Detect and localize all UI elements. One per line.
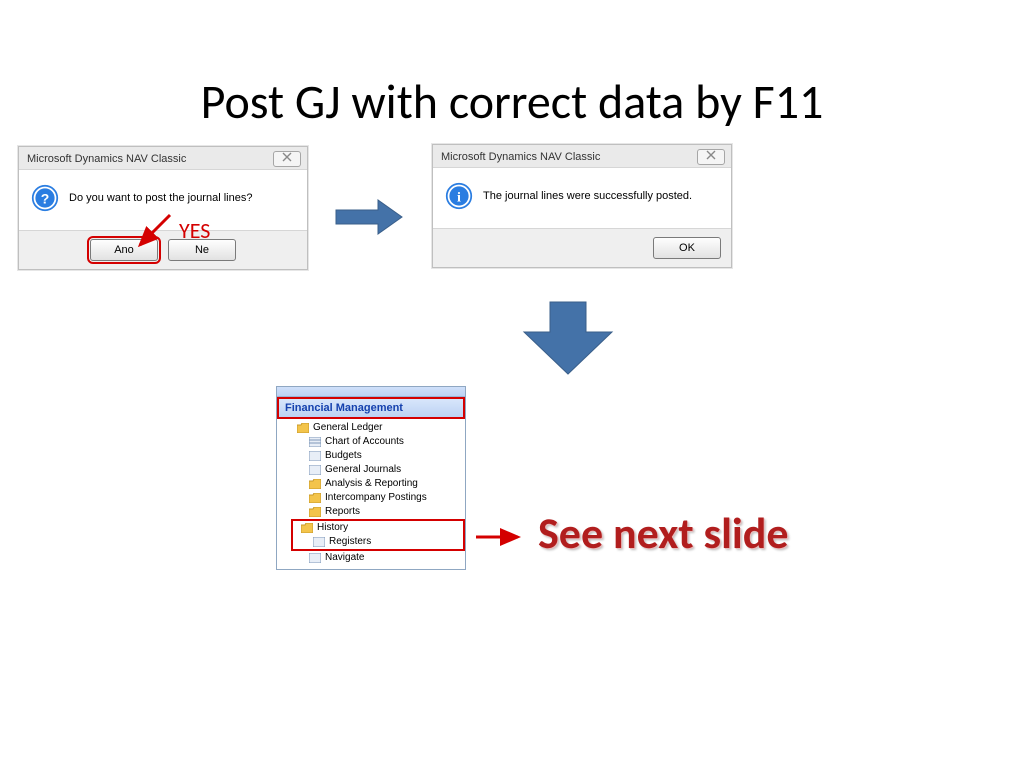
arrow-icon bbox=[130, 211, 174, 251]
tree-label: Budgets bbox=[325, 449, 362, 463]
dialog-body: i The journal lines were successfully po… bbox=[433, 167, 731, 229]
tree-item-reports[interactable]: Reports bbox=[281, 505, 465, 519]
yes-annotation: YES bbox=[179, 217, 210, 244]
tree-label: General Ledger bbox=[313, 421, 383, 435]
dialog-message: The journal lines were successfully post… bbox=[483, 190, 692, 202]
dialog-titlebar: Microsoft Dynamics NAV Classic bbox=[19, 147, 307, 169]
nav-pane: Financial Management General Ledger Char… bbox=[276, 386, 466, 570]
tree-label: Intercompany Postings bbox=[325, 491, 427, 505]
dialog-title: Microsoft Dynamics NAV Classic bbox=[27, 153, 186, 165]
tree-item-budgets[interactable]: Budgets bbox=[281, 449, 465, 463]
svg-text:?: ? bbox=[41, 190, 50, 206]
ok-button[interactable]: OK bbox=[653, 237, 721, 259]
tree-item-chart-of-accounts[interactable]: Chart of Accounts bbox=[281, 435, 465, 449]
history-highlight: History Registers bbox=[291, 519, 465, 551]
close-icon[interactable] bbox=[273, 151, 301, 167]
dialog-titlebar: Microsoft Dynamics NAV Classic bbox=[433, 145, 731, 167]
tree-item-history[interactable]: History bbox=[295, 521, 461, 535]
tree-item-general-ledger[interactable]: General Ledger bbox=[281, 421, 465, 435]
nav-header[interactable]: Financial Management bbox=[277, 397, 465, 419]
tree-item-navigate[interactable]: Navigate bbox=[281, 551, 465, 565]
question-icon: ? bbox=[31, 184, 59, 212]
dialog-title: Microsoft Dynamics NAV Classic bbox=[441, 151, 600, 163]
confirm-post-dialog: Microsoft Dynamics NAV Classic ? Do you … bbox=[18, 146, 308, 270]
tree-item-general-journals[interactable]: General Journals bbox=[281, 463, 465, 477]
tree-label: General Journals bbox=[325, 463, 401, 477]
tree-item-analysis-reporting[interactable]: Analysis & Reporting bbox=[281, 477, 465, 491]
dialog-footer: OK bbox=[433, 229, 731, 267]
tree-label: Chart of Accounts bbox=[325, 435, 404, 449]
slide-title: Post GJ with correct data by F11 bbox=[0, 72, 1024, 131]
nav-top-strip bbox=[277, 387, 465, 397]
close-icon[interactable] bbox=[697, 149, 725, 165]
arrow-right-icon bbox=[334, 198, 404, 236]
info-icon: i bbox=[445, 182, 473, 210]
tree-item-registers[interactable]: Registers bbox=[295, 535, 461, 549]
arrow-icon bbox=[474, 528, 524, 546]
see-next-slide: See next slide bbox=[538, 506, 788, 560]
tree-item-intercompany-postings[interactable]: Intercompany Postings bbox=[281, 491, 465, 505]
svg-text:i: i bbox=[457, 190, 461, 205]
tree-label: Analysis & Reporting bbox=[325, 477, 418, 491]
tree-label: Registers bbox=[329, 535, 371, 549]
dialog-message: Do you want to post the journal lines? bbox=[69, 192, 252, 204]
tree-label: Navigate bbox=[325, 551, 364, 565]
nav-tree: General Ledger Chart of Accounts Budgets… bbox=[277, 419, 465, 569]
tree-label: History bbox=[317, 521, 348, 535]
tree-label: Reports bbox=[325, 505, 360, 519]
arrow-down-icon bbox=[520, 298, 616, 378]
success-dialog: Microsoft Dynamics NAV Classic i The jou… bbox=[432, 144, 732, 268]
